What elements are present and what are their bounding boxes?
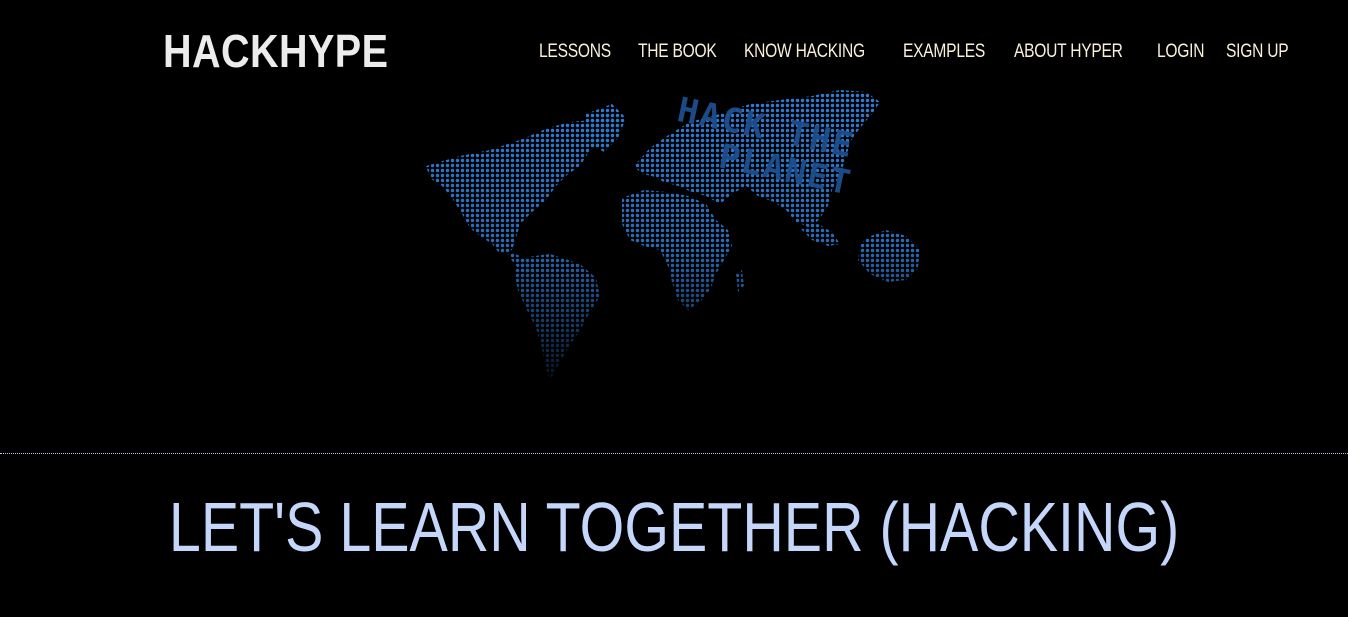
main-nav: LESSONS THE BOOK KNOW HACKING EXAMPLES A…	[539, 38, 1292, 66]
map-southeast-asia	[800, 224, 840, 246]
nav-link-about-hyper[interactable]: ABOUT HYPER	[1014, 38, 1123, 66]
map-madagascar	[736, 270, 744, 292]
nav-item-lessons: LESSONS	[539, 38, 617, 66]
page-headline: LET'S LEARN TOGETHER (HACKING)	[0, 484, 1348, 570]
site-logo[interactable]: HACKHYPE	[163, 24, 388, 78]
nav-item-sign-up: SIGN UP	[1226, 38, 1292, 66]
nav-link-sign-up[interactable]: SIGN UP	[1226, 38, 1289, 66]
nav-link-login[interactable]: LOGIN	[1157, 38, 1204, 66]
map-continent-australia	[858, 230, 920, 282]
nav-item-about-hyper: ABOUT HYPER	[1014, 38, 1137, 66]
nav-item-the-book: THE BOOK	[638, 38, 724, 66]
nav-link-examples[interactable]: EXAMPLES	[903, 38, 985, 66]
nav-item-know-hacking: KNOW HACKING	[744, 38, 881, 66]
hero-world-map-image: HACK THE PLANET	[426, 90, 920, 380]
section-divider	[0, 453, 1348, 454]
nav-link-lessons[interactable]: LESSONS	[539, 38, 611, 66]
map-continent-south-america	[514, 254, 600, 380]
map-continent-africa	[622, 190, 732, 310]
nav-link-know-hacking[interactable]: KNOW HACKING	[744, 38, 865, 66]
nav-item-login: LOGIN	[1157, 38, 1205, 66]
page-headline-text: LET'S LEARN TOGETHER (HACKING)	[168, 488, 1180, 566]
nav-item-examples: EXAMPLES	[903, 38, 993, 66]
nav-link-the-book[interactable]: THE BOOK	[638, 38, 717, 66]
